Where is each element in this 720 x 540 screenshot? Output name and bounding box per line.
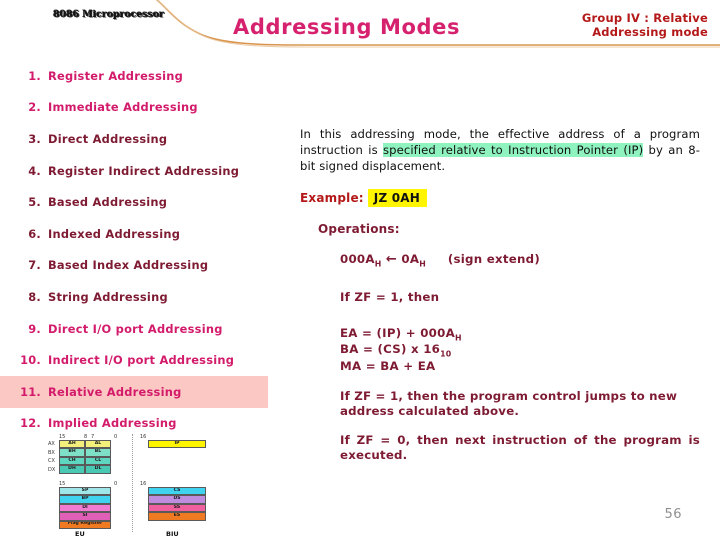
mode-list-item-number: 10. [20,353,41,368]
operations-block: 000AH ← 0AH (sign extend) If ZF = 1, the… [340,252,700,373]
mode-list-item-label: Register Addressing [48,68,184,83]
op-sign-extend-dest: 000A [340,251,375,266]
general-register-high-byte: BH [59,448,85,457]
segment-register: CS [148,487,206,496]
diagram-divider [132,434,133,532]
ip-bit-label-16: 16 [140,434,147,440]
mode-list-item-label: Indirect I/O port Addressing [48,353,235,368]
op-effective-address: EA = (IP) + 000AH [340,326,700,342]
segment-register: ES [148,512,206,521]
mode-list-item-number: 6. [28,226,41,241]
op-sign-extend-src-sub: H [419,258,427,268]
general-register-high-byte: CH [59,456,85,466]
mode-list-item-number: 3. [28,131,41,146]
mode-list-item[interactable]: 10. Indirect I/O port Addressing [0,344,288,376]
mode-list-item[interactable]: 6. Indexed Addressing [0,218,288,250]
mode-list-item[interactable]: 7. Based Index Addressing [0,250,288,282]
mode-list-item-label: Indexed Addressing [48,226,181,241]
mode-list-item-number: 9. [28,321,41,336]
mode-list-item-number: 4. [28,163,41,178]
general-register-low-byte: DL [85,465,111,474]
segment-register: SS [148,503,206,513]
op-memory-address: MA = BA + EA [340,358,436,373]
op-sign-extend-src: 0A [401,251,420,266]
mode-list-item-label: Register Indirect Addressing [48,163,240,178]
page-title: Addressing Modes [233,15,461,39]
addressing-mode-list: 1. Register Addressing 2. Immediate Address… [0,60,288,439]
op-ba-sub: 10 [440,349,452,359]
ptr-bit-label-0: 0 [114,481,118,487]
general-register-high-byte: DH [59,465,85,474]
mode-list-item-label: Implied Addressing [48,416,177,431]
mode-list-item[interactable]: 4. Register Indirect Addressing [0,155,288,187]
gp-bit-label-0: 0 [114,434,118,440]
slide-header: 8086 Microprocessor Addressing Modes Gro… [0,0,720,52]
mode-list-item[interactable]: 11. Relative Addressing [0,375,268,408]
op-sign-extend-note: (sign extend) [447,251,540,266]
example-row: Example: JZ 0AH [300,188,700,207]
example-label: Example: [300,190,364,205]
op-condition: If ZF = 1, then [340,289,440,304]
seg-bit-label-16: 16 [140,481,147,487]
mode-list-item-label: Relative Addressing [48,384,182,399]
pointer-register: Flag Register [59,520,111,529]
page-number: 56 [664,507,682,522]
course-logo: 8086 Microprocessor [53,9,164,20]
mode-list-item-number: 12. [20,416,41,431]
general-register-name: DX [48,466,56,473]
mode-list-item-number: 7. [28,258,41,273]
group-label-line1: Group IV : Relative [581,11,708,25]
intro-paragraph: In this addressing mode, the effective a… [300,126,700,175]
mode-list-item-number: 5. [28,195,41,210]
general-register-high-byte: AH [59,440,85,449]
general-register-name: AX [48,441,55,448]
op-base-address: BA = (CS) x 1610 [340,342,700,358]
mode-list-item-number: 1. [28,68,41,83]
pointer-register: BP [59,495,111,504]
mode-list-item[interactable]: 8. String Addressing [0,281,288,313]
op-ba-text: BA = (CS) x 16 [340,342,441,357]
general-register-name: BX [48,449,55,456]
mode-list-item[interactable]: 1. Register Addressing [0,60,288,92]
general-register-low-byte: BL [85,448,111,457]
note-zero-flag-clear: If ZF = 0, then next instruction of the … [340,432,700,463]
segment-register: DS [148,495,206,504]
left-arrow-icon: ← [385,251,398,267]
general-register-low-byte: AL [85,440,111,449]
intro-highlighted-phrase: specified relative to Instruction Pointe… [383,143,644,158]
mode-list-item-label: Based Index Addressing [48,258,209,273]
mode-list-item[interactable]: 3. Direct Addressing [0,123,288,155]
general-register-name: CX [48,458,55,465]
pointer-register: SP [59,487,111,496]
op-ea-text: EA = (IP) + 000A [340,325,455,340]
op-sign-extend-dest-sub: H [374,258,382,268]
mode-list-item[interactable]: 9. Direct I/O port Addressing [0,313,288,345]
instruction-pointer-register: IP [148,440,206,449]
mode-list-item-label: Immediate Addressing [48,100,198,115]
mode-list-item-number: 2. [28,100,41,115]
op-sign-extend: 000AH ← 0AH (sign extend) [340,252,700,268]
op-ea-sub: H [454,333,462,343]
group-label: Group IV : Relative Addressing mode [582,11,708,39]
bus-interface-unit-label: BIU [166,530,179,538]
mode-list-item-label: String Addressing [48,289,168,304]
main-content: In this addressing mode, the effective a… [300,126,700,464]
example-code: JZ 0AH [367,188,428,207]
execution-unit-label: EU [75,530,85,538]
pointer-register: SI [59,512,111,521]
general-register-low-byte: CL [85,456,111,466]
mode-list-item-number: 11. [20,384,41,399]
note-zero-flag-set: If ZF = 1, then the program control jump… [340,388,678,419]
group-label-line2: Addressing mode [592,25,708,39]
mode-list-item-number: 8. [28,289,41,304]
mode-list-item-label: Direct I/O port Addressing [48,321,223,336]
pointer-register: DI [59,503,111,513]
operations-heading: Operations: [318,221,400,236]
mode-list-item-label: Direct Addressing [48,131,168,146]
mode-list-item-label: Based Addressing [48,195,168,210]
mode-list-item[interactable]: 5. Based Addressing [0,186,288,218]
mode-list-item[interactable]: 2. Immediate Addressing [0,92,288,124]
register-architecture-diagram: 15 8 7 0 AX AH AL BX BH BL CX CH CL DX DH DL 16 IP 15 0 SP BP… [48,434,218,538]
